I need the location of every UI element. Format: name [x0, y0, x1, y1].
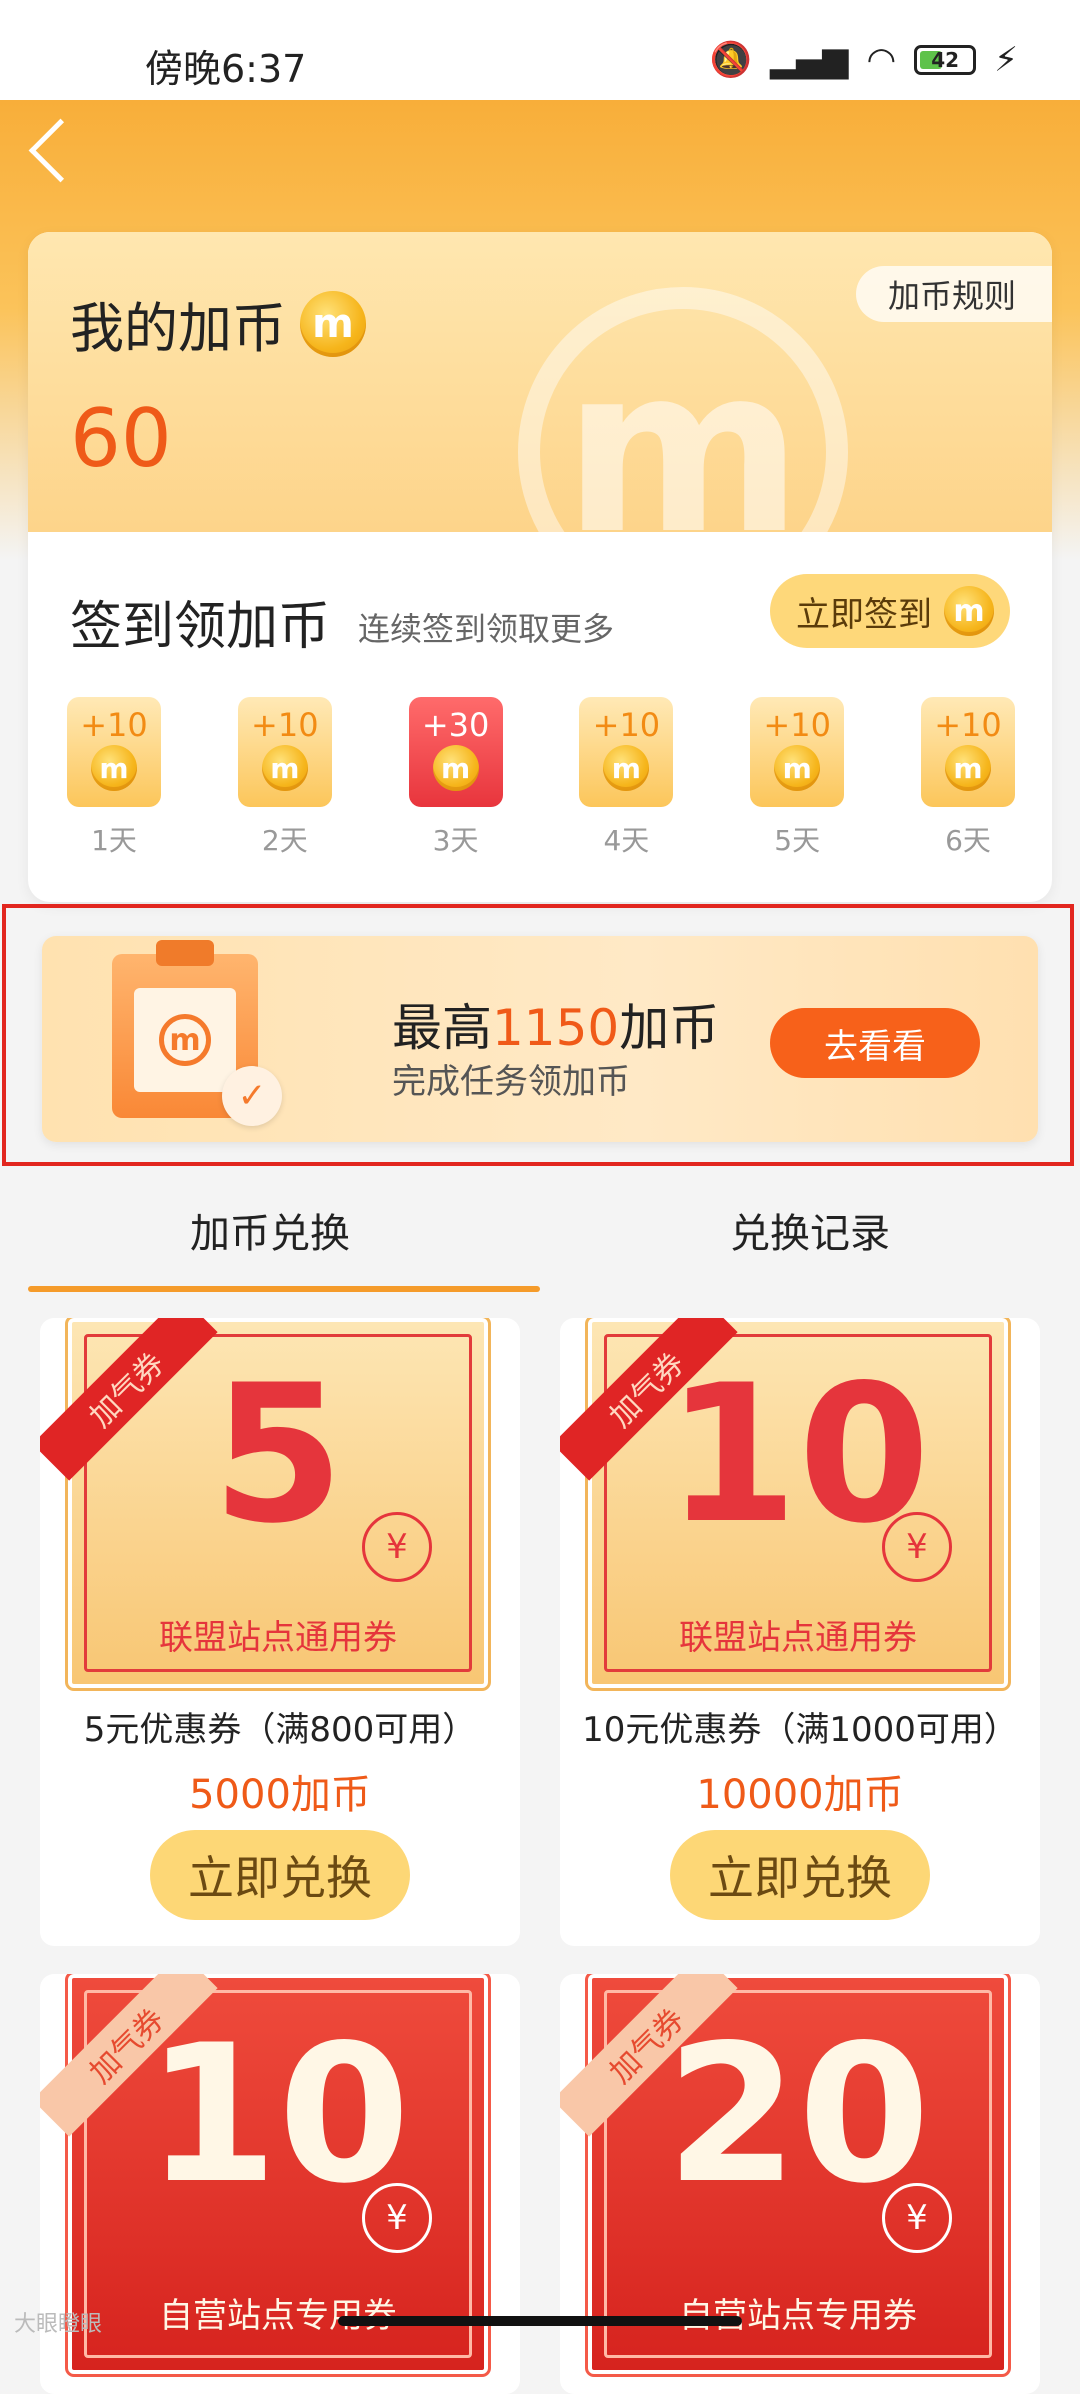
day-label: 6天: [945, 824, 991, 857]
m-logo-icon: m: [159, 1014, 211, 1066]
coin-icon: m: [432, 745, 479, 791]
coin-icon: m: [300, 290, 366, 357]
tab-exchange-records[interactable]: 兑换记录: [540, 1168, 1080, 1292]
wifi-icon: ◠: [866, 40, 897, 80]
coin-rules-button[interactable]: 加币规则: [855, 266, 1052, 322]
coupon-ticket: 加气券 10 ¥ 联盟站点通用券: [560, 1318, 1011, 1691]
coupon-value: 5: [211, 1344, 345, 1565]
day-reward-tile: +10 m: [237, 697, 332, 807]
coupon-ticket: 加气券 5 ¥ 联盟站点通用券: [40, 1318, 491, 1691]
coin-card: m 我的加币 m 60 加币规则 签到领加币 连续签到领取更多 立即签到 m +…: [28, 232, 1052, 902]
coin-title: 我的加币: [70, 297, 286, 360]
coupon-scope: 联盟站点通用券: [679, 1618, 917, 1658]
coin-icon: m: [774, 745, 821, 791]
exchange-tabs: 加币兑换 兑换记录: [0, 1168, 1080, 1292]
coupon-card[interactable]: 加气券 20 ¥ 自营站点专用券: [560, 1974, 1040, 2394]
yen-icon: ¥: [882, 2183, 952, 2253]
coin-icon: m: [261, 745, 308, 791]
charging-icon: ⚡: [994, 40, 1018, 80]
coupon-card[interactable]: 加气券 5 ¥ 联盟站点通用券 5元优惠券（满800可用） 5000加币 立即兑…: [40, 1318, 520, 1946]
task-max-coins: 1150: [492, 999, 620, 1057]
day-bonus: +30: [421, 706, 490, 744]
status-time: 傍晚6:37: [145, 47, 307, 91]
day-reward-tile: +10 m: [579, 697, 674, 807]
day-label: 2天: [261, 824, 308, 857]
redeem-button[interactable]: 立即兑换: [150, 1830, 410, 1920]
coupon-value: 10: [665, 1344, 931, 1565]
checkin-day-4: +10 m 4天: [578, 697, 674, 859]
day-bonus: +10: [934, 706, 1002, 744]
coupon-ticket: 加气券 10 ¥ 自营站点专用券: [40, 1974, 491, 2377]
coupon-name: 5元优惠券（满800可用）: [83, 1710, 477, 1750]
status-icons: 🔕 ▂▄▆ ◠ 42 ⚡: [710, 40, 1018, 80]
coin-icon: m: [944, 586, 994, 636]
day-bonus: +10: [251, 706, 319, 744]
yen-icon: ¥: [882, 1512, 952, 1582]
checkin-day-1: +10 m 1天: [66, 697, 162, 859]
day-reward-tile: +10 m: [67, 697, 161, 807]
check-icon: ✓: [222, 1066, 282, 1126]
signal-icon: ▂▄▆: [770, 40, 849, 80]
coin-icon: m: [944, 745, 991, 791]
checkin-days: +10 m 1天 +10 m 2天 +30 m 3天 +10 m 4天 +10 …: [66, 697, 1016, 859]
coupon-ticket: 加气券 20 ¥ 自营站点专用券: [560, 1974, 1011, 2377]
coupon-name: 10元优惠券（满1000可用）: [582, 1710, 1018, 1750]
task-headline-suffix: 加币: [619, 999, 720, 1057]
checkin-button-label: 立即签到: [796, 594, 932, 635]
battery-icon: 42: [914, 45, 977, 75]
checkin-day-3: +30 m 3天: [408, 697, 504, 859]
redeem-button[interactable]: 立即兑换: [670, 1830, 930, 1920]
day-label: 5天: [774, 824, 821, 857]
day-reward-tile: +30 m: [408, 697, 503, 807]
task-banner[interactable]: m ✓ 最高1150加币 完成任务领加币 去看看: [42, 936, 1038, 1142]
coupon-grid: 加气券 5 ¥ 联盟站点通用券 5元优惠券（满800可用） 5000加币 立即兑…: [40, 1318, 1040, 2394]
day-bonus: +10: [763, 706, 831, 744]
task-headline-prefix: 最高: [392, 999, 492, 1057]
coupon-price: 10000加币: [696, 1772, 904, 1818]
coin-title-row: 我的加币 m: [70, 284, 366, 363]
coupon-scope: 联盟站点通用券: [159, 1618, 397, 1658]
checkin-title: 签到领加币: [70, 597, 331, 657]
coupon-scope: 自营站点专用券: [159, 2296, 397, 2336]
battery-level: 42: [931, 48, 960, 72]
day-label: 4天: [603, 824, 650, 857]
coupon-card[interactable]: 加气券 10 ¥ 联盟站点通用券 10元优惠券（满1000可用） 10000加币…: [560, 1318, 1040, 1946]
day-bonus: +10: [592, 706, 661, 744]
checkin-subtitle: 连续签到领取更多: [358, 610, 615, 648]
home-indicator[interactable]: [338, 2316, 742, 2326]
coupon-value: 10: [145, 2004, 411, 2225]
large-m-logo-icon: m: [518, 287, 848, 532]
mute-icon: 🔕: [709, 40, 752, 80]
coupon-scope: 自营站点专用券: [679, 2296, 917, 2336]
day-bonus: +10: [80, 706, 148, 744]
day-reward-tile: +10 m: [750, 697, 845, 807]
status-bar: 傍晚6:37 🔕 ▂▄▆ ◠ 42 ⚡: [0, 0, 1080, 100]
task-subtitle: 完成任务领加币: [392, 1062, 630, 1102]
coupon-card[interactable]: 加气券 10 ¥ 自营站点专用券: [40, 1974, 520, 2394]
task-headline: 最高1150加币: [392, 988, 719, 1060]
yen-icon: ¥: [362, 1512, 432, 1582]
checkin-day-2: +10 m 2天: [237, 697, 333, 859]
yen-icon: ¥: [362, 2183, 432, 2253]
coupon-price: 5000加币: [189, 1772, 371, 1818]
day-label: 1天: [91, 824, 137, 857]
checkin-button[interactable]: 立即签到 m: [770, 574, 1010, 648]
coin-icon: m: [603, 745, 650, 791]
go-view-button[interactable]: 去看看: [770, 1008, 980, 1078]
day-reward-tile: +10 m: [920, 697, 1015, 807]
tab-coin-exchange[interactable]: 加币兑换: [0, 1168, 540, 1292]
coupon-value: 20: [665, 2004, 931, 2225]
checkin-day-5: +10 m 5天: [749, 697, 845, 859]
coin-icon: m: [91, 745, 137, 791]
checkin-day-6: +10 m 6天: [920, 697, 1016, 859]
coin-balance: 60: [70, 392, 172, 485]
day-label: 3天: [432, 824, 479, 857]
watermark: 大眼瞪眼: [14, 2312, 103, 2337]
